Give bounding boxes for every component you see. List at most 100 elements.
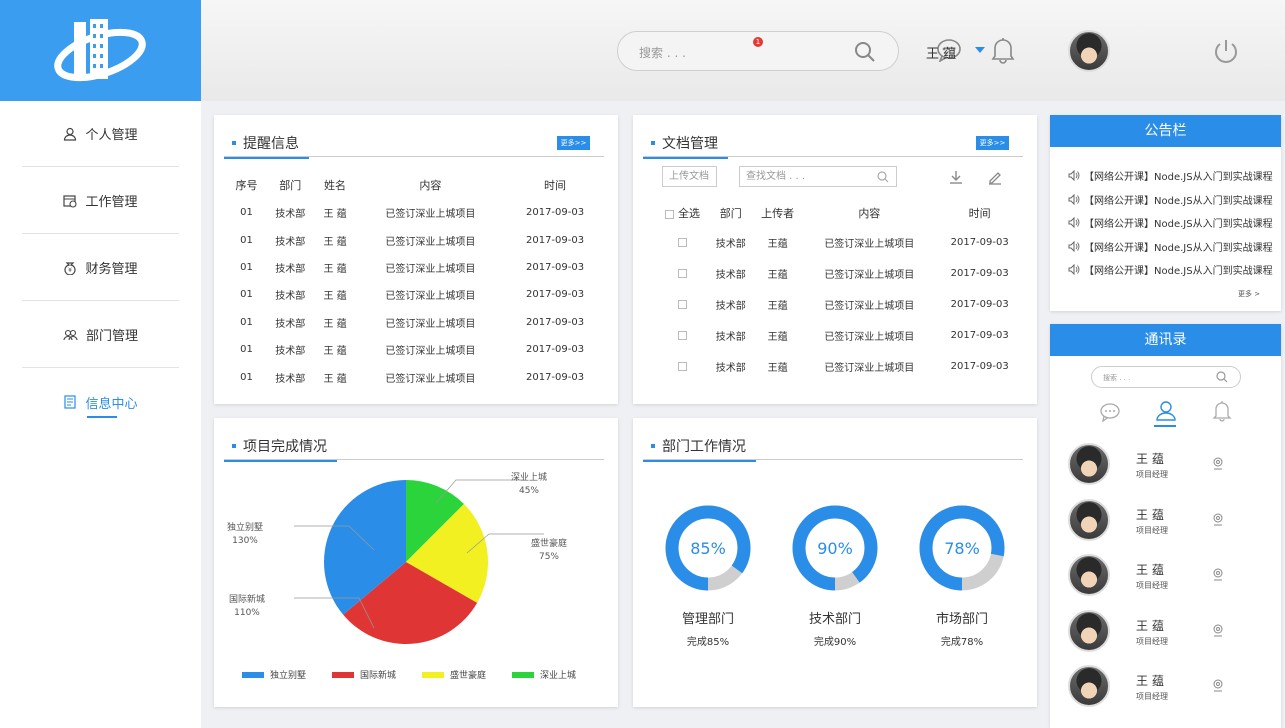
department-gauge[interactable]: 78%: [912, 498, 1012, 598]
column-header: 时间: [544, 179, 567, 192]
row-checkbox[interactable]: [678, 237, 688, 247]
legend-swatch: [512, 671, 534, 678]
department-gauge[interactable]: 90%: [785, 498, 885, 598]
column-header: 序号: [235, 179, 258, 192]
table-cell: 已签订深业上城项目: [385, 209, 476, 221]
speaker-icon: [1068, 170, 1080, 181]
table-cell: 01: [240, 234, 253, 246]
gauge-percent: 85%: [690, 539, 726, 558]
table-row[interactable]: 技术部 王蕴 已签订深业上城项目 2017-09-03: [657, 227, 1023, 258]
upload-button[interactable]: 上传文档: [662, 166, 717, 187]
table-cell: 技术部: [715, 239, 746, 250]
table-cell: 2017-09-03: [525, 344, 585, 356]
edit-icon[interactable]: [987, 169, 1003, 185]
chevron-down-icon[interactable]: [975, 47, 985, 53]
document-search-input[interactable]: 查找文档 . . .: [739, 166, 897, 187]
table-row[interactable]: 技术部 王蕴 已签订深业上城项目 2017-09-03: [657, 289, 1023, 320]
contact-role: 项目经理: [1136, 470, 1168, 479]
user-avatar[interactable]: [1068, 30, 1110, 72]
table-cell: 2017-09-03: [950, 268, 1009, 279]
table-row[interactable]: 01 技术部 王 蕴 已签订深业上城项目 2017-09-03: [228, 309, 604, 336]
table-row[interactable]: 01 技术部 王 蕴 已签订深业上城项目 2017-09-03: [228, 199, 604, 226]
board-more-link[interactable]: 更多 >: [1238, 289, 1260, 299]
legend-item[interactable]: 独立别墅: [242, 668, 306, 681]
legend-item[interactable]: 国际新城: [332, 668, 396, 681]
slice-value-label: 110%: [234, 608, 260, 618]
department-gauge[interactable]: 85%: [658, 498, 758, 598]
row-checkbox[interactable]: [678, 330, 688, 340]
column-header[interactable]: 全选: [657, 199, 708, 227]
column-header: 部门: [708, 199, 753, 227]
select-all-checkbox[interactable]: [665, 209, 675, 219]
table-row[interactable]: 01 技术部 王 蕴 已签订深业上城项目 2017-09-03: [228, 363, 604, 390]
sidebar-item-work[interactable]: 工作管理: [22, 168, 179, 234]
table-cell: 2017-09-03: [525, 371, 585, 383]
contact-name: 王 蕴: [1136, 674, 1164, 688]
row-checkbox[interactable]: [678, 268, 688, 278]
bell-tab-icon[interactable]: [1212, 400, 1232, 422]
user-name[interactable]: 王 蕴: [926, 43, 956, 62]
table-cell: 01: [240, 316, 253, 328]
chat-tab-icon[interactable]: [1099, 402, 1121, 422]
table-row[interactable]: 技术部 王蕴 已签订深业上城项目 2017-09-03: [657, 351, 1023, 382]
contact-item[interactable]: 王 蕴项目经理: [1068, 554, 1268, 598]
notice-item[interactable]: 【网络公开课】Node.JS从入门到实战课程: [1068, 262, 1273, 277]
avatar: [1068, 443, 1110, 485]
table-cell: 技术部: [275, 291, 306, 303]
row-checkbox[interactable]: [678, 361, 688, 371]
contact-profile-icon[interactable]: [1212, 624, 1224, 637]
contact-name: 王 蕴: [1136, 507, 1164, 522]
table-header: 序号 部门 姓名 内容 时间: [228, 171, 604, 199]
search-icon[interactable]: [854, 41, 876, 63]
notice-text: 【网络公开课】Node.JS从入门到实战课程: [1084, 242, 1273, 254]
sidebar-item-finance[interactable]: ¥ 财务管理: [22, 235, 179, 301]
search-icon[interactable]: [1216, 371, 1228, 383]
documents-panel: 文档管理 更多>> 上传文档 查找文档 . . . 全选 部门 上传者 内容 时间 技术…: [633, 115, 1037, 404]
contact-profile-icon[interactable]: [1212, 457, 1224, 470]
table-cell: 2017-09-03: [525, 316, 585, 328]
more-button[interactable]: 更多>>: [557, 136, 590, 150]
active-tab-indicator: [1154, 425, 1176, 427]
legend-item[interactable]: 盛世豪庭: [422, 668, 486, 681]
contact-item[interactable]: 王 蕴项目经理: [1068, 498, 1268, 543]
more-button[interactable]: 更多>>: [976, 136, 1009, 150]
table-cell: 01: [240, 207, 253, 219]
sidebar-item-department[interactable]: 部门管理: [22, 302, 179, 368]
divider: [643, 459, 1023, 460]
table-cell: 技术部: [275, 346, 306, 358]
search-input[interactable]: 搜索 . . .: [639, 44, 686, 61]
table-row[interactable]: 技术部 王蕴 已签订深业上城项目 2017-09-03: [657, 258, 1023, 289]
table-row[interactable]: 01 技术部 王 蕴 已签订深业上城项目 2017-09-03: [228, 226, 604, 253]
table-row[interactable]: 技术部 王蕴 已签订深业上城项目 2017-09-03: [657, 320, 1023, 351]
contact-profile-icon[interactable]: [1212, 568, 1224, 581]
app-logo[interactable]: [0, 0, 201, 101]
notice-item[interactable]: 【网络公开课】Node.JS从入门到实战课程: [1068, 215, 1273, 230]
contact-item[interactable]: 王 蕴项目经理: [1068, 443, 1268, 487]
contact-item[interactable]: 王 蕴项目经理: [1068, 665, 1268, 709]
contact-profile-icon[interactable]: [1212, 679, 1224, 692]
table-row[interactable]: 01 技术部 王 蕴 已签订深业上城项目 2017-09-03: [228, 336, 604, 363]
notice-item[interactable]: 【网络公开课】Node.JS从入门到实战课程: [1068, 192, 1273, 207]
table-cell: 2017-09-03: [950, 361, 1009, 372]
contacts-title: 通讯录: [1050, 324, 1281, 356]
sidebar-item-personal[interactable]: 个人管理: [22, 101, 179, 167]
notice-text: 【网络公开课】Node.JS从入门到实战课程: [1084, 219, 1273, 231]
legend-item[interactable]: 深业上城: [512, 668, 576, 681]
contact-search-input[interactable]: 搜索 . . .: [1091, 366, 1241, 388]
contact-profile-icon[interactable]: [1212, 513, 1224, 526]
table-cell: 技术部: [275, 263, 306, 275]
table-row[interactable]: 01 技术部 王 蕴 已签订深业上城项目 2017-09-03: [228, 281, 604, 308]
notice-item[interactable]: 【网络公开课】Node.JS从入门到实战课程: [1068, 168, 1273, 183]
download-icon[interactable]: [948, 169, 964, 185]
notice-item[interactable]: 【网络公开课】Node.JS从入门到实战课程: [1068, 239, 1273, 254]
search-icon[interactable]: [877, 171, 889, 183]
contact-item[interactable]: 王 蕴项目经理: [1068, 609, 1268, 654]
row-checkbox[interactable]: [678, 299, 688, 309]
table-row[interactable]: 01 技术部 王 蕴 已签订深业上城项目 2017-09-03: [228, 254, 604, 281]
bell-icon[interactable]: [990, 36, 1016, 64]
table-cell: 已签订深业上城项目: [385, 263, 476, 275]
contacts-tab-icon[interactable]: [1155, 400, 1177, 424]
slice-name-label: 盛世豪庭: [531, 537, 567, 549]
sidebar-item-info-center[interactable]: 信息中心: [22, 369, 179, 435]
power-icon[interactable]: [1213, 38, 1239, 64]
